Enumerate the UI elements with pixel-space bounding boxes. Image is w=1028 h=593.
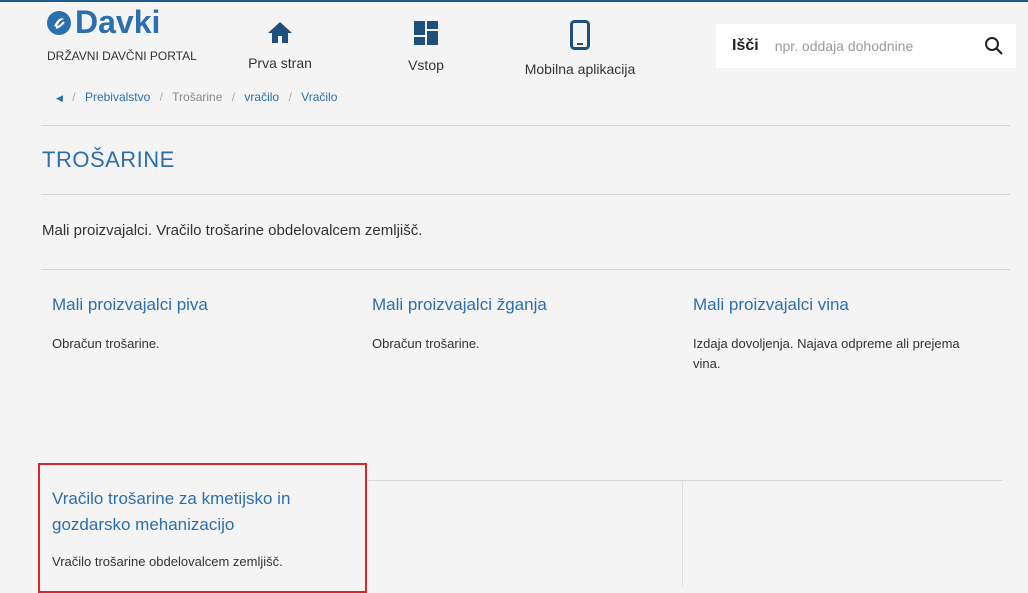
breadcrumb: ◀ / Prebivalstvo / Trošarine / vračilo /… xyxy=(56,90,338,104)
page-intro: Mali proizvajalci. Vračilo trošarine obd… xyxy=(42,222,423,239)
search-label: Išči xyxy=(732,37,759,54)
card-desc-machinery: Vračilo trošarine obdelovalcem zemljišč. xyxy=(52,554,283,569)
nav-vstop-label: Vstop xyxy=(408,57,444,73)
divider xyxy=(41,125,1010,126)
dashboard-icon xyxy=(414,21,438,45)
breadcrumb-prebivalstvo[interactable]: Prebivalstvo xyxy=(85,90,150,104)
nav-home[interactable]: Prva stran xyxy=(240,20,320,71)
card-title-machinery[interactable]: Vračilo trošarine za kmetijsko in gozdar… xyxy=(52,486,362,538)
breadcrumb-vracilo-current[interactable]: Vračilo xyxy=(301,90,337,104)
card-title-wine[interactable]: Mali proizvajalci vina xyxy=(693,295,849,315)
home-icon xyxy=(268,22,292,43)
nav-mobile-label: Mobilna aplikacija xyxy=(524,61,636,77)
search-button[interactable] xyxy=(984,36,1004,61)
page-title: TROŠARINE xyxy=(42,147,175,172)
card-title-beer[interactable]: Mali proizvajalci piva xyxy=(52,295,208,315)
logo-subtitle: DRŽAVNI DAVČNI PORTAL xyxy=(47,49,197,63)
divider xyxy=(41,269,1010,270)
divider xyxy=(368,480,1002,481)
search-input[interactable] xyxy=(772,37,947,55)
search-icon xyxy=(985,37,1003,55)
davki-logo-icon xyxy=(47,10,71,35)
card-desc-wine: Izdaja dovoljenja. Najava odpreme ali pr… xyxy=(693,336,960,371)
divider xyxy=(41,194,1010,195)
search-box: Išči xyxy=(716,24,1016,68)
column-divider xyxy=(682,480,683,586)
chevron-left-icon[interactable]: ◀ xyxy=(56,93,63,103)
mobile-phone-icon xyxy=(570,20,590,50)
breadcrumb-vracilo[interactable]: vračilo xyxy=(244,90,279,104)
header: Davki DRŽAVNI DAVČNI PORTAL Prva stran V… xyxy=(0,0,1028,88)
logo-text: Davki xyxy=(75,4,161,40)
breadcrumb-trosarine: Trošarine xyxy=(172,90,223,104)
card-desc-beer: Obračun trošarine. xyxy=(52,336,160,351)
nav-home-label: Prva stran xyxy=(248,55,312,71)
nav-mobile-app[interactable]: Mobilna aplikacija xyxy=(520,20,640,77)
davki-logo[interactable]: Davki DRŽAVNI DAVČNI PORTAL xyxy=(47,4,197,63)
card-desc-spirits: Obračun trošarine. xyxy=(372,336,480,351)
card-title-spirits[interactable]: Mali proizvajalci žganja xyxy=(372,295,547,315)
nav-vstop[interactable]: Vstop xyxy=(386,20,466,73)
